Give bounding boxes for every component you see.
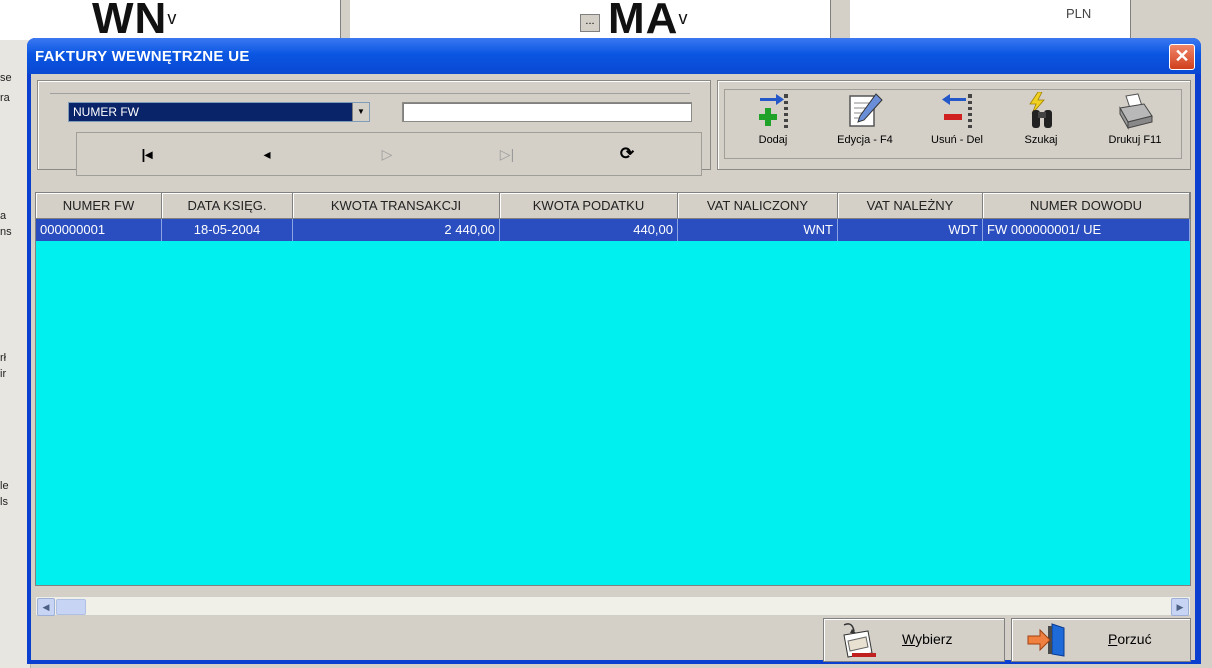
bg-left-text: ls: [0, 496, 8, 508]
exit-door-icon: [1027, 623, 1065, 657]
print-label: Drukuj F11: [1108, 134, 1162, 146]
column-header[interactable]: NUMER FW: [36, 193, 162, 219]
dialog-client: NUMER FW ▼ |◂ ◂ ▷ ▷| ⟳ Dodaj Edycja - F4…: [31, 74, 1195, 662]
column-header[interactable]: VAT NALEŻNY: [838, 193, 983, 219]
scroll-right-icon[interactable]: ▶: [1171, 598, 1189, 616]
column-header[interactable]: DATA KSIĘG.: [162, 193, 293, 219]
prev-record-icon: ◂: [263, 146, 271, 162]
close-button[interactable]: ✕: [1169, 44, 1195, 70]
chevron-down-icon[interactable]: ▼: [352, 103, 369, 121]
toolbar-group: Dodaj Edycja - F4 Usuń - Del Szukaj Druk…: [724, 89, 1182, 159]
cell-number: 000000001: [36, 219, 162, 241]
cell-vat-input: WNT: [678, 219, 838, 241]
record-navigator: |◂ ◂ ▷ ▷| ⟳: [76, 132, 702, 176]
column-header[interactable]: KWOTA PODATKU: [500, 193, 678, 219]
action-toolbar: Dodaj Edycja - F4 Usuń - Del Szukaj Druk…: [717, 80, 1191, 170]
dialog-buttons: Wybierz Porzuć: [31, 618, 1195, 662]
prev-record-button[interactable]: ◂: [207, 141, 327, 167]
select-label: Wybierz: [902, 631, 953, 647]
add-button[interactable]: Dodaj: [743, 92, 803, 154]
invoices-grid: NUMER FW DATA KSIĘG. KWOTA TRANSAKCJI KW…: [35, 192, 1191, 586]
search-input[interactable]: [402, 102, 692, 122]
bg-field-1: WNv: [0, 0, 341, 43]
cell-date: 18-05-2004: [162, 219, 293, 241]
column-header[interactable]: NUMER DOWODU: [983, 193, 1190, 219]
bg-left-text: ns: [0, 226, 12, 238]
delete-icon: [942, 94, 972, 128]
printer-icon: [1119, 93, 1153, 130]
bg-left-text: se: [0, 72, 12, 84]
first-record-icon: |◂: [141, 146, 153, 162]
next-record-icon: ▷: [381, 146, 393, 162]
column-header[interactable]: VAT NALICZONY: [678, 193, 838, 219]
bg-left-text: a: [0, 210, 7, 222]
bg-left-text: ir: [0, 368, 7, 380]
edit-button[interactable]: Edycja - F4: [825, 92, 905, 154]
grid-body: 000000001 18-05-2004 2 440,00 440,00 WNT…: [36, 219, 1190, 241]
cell-amount: 2 440,00: [293, 219, 500, 241]
column-header[interactable]: KWOTA TRANSAKCJI: [293, 193, 500, 219]
next-record-button[interactable]: ▷: [327, 141, 447, 167]
cancel-button[interactable]: Porzuć: [1011, 618, 1191, 662]
search-label: Szukaj: [1024, 134, 1058, 146]
edit-icon: [849, 93, 883, 127]
add-icon: [759, 94, 788, 128]
cancel-label: Porzuć: [1108, 631, 1152, 647]
select-button[interactable]: Wybierz: [823, 618, 1005, 662]
refresh-icon: ⟳: [619, 144, 635, 163]
grid-header: NUMER FW DATA KSIĘG. KWOTA TRANSAKCJI KW…: [36, 193, 1190, 219]
cell-vat-output: WDT: [838, 219, 983, 241]
title-bar[interactable]: FAKTURY WEWNĘTRZNE UE ✕: [27, 38, 1201, 74]
search-field-select[interactable]: NUMER FW ▼: [68, 102, 370, 122]
horizontal-scrollbar[interactable]: ◀ ▶: [35, 596, 1191, 616]
search-group: NUMER FW ▼ |◂ ◂ ▷ ▷| ⟳: [50, 93, 702, 176]
bg-currency: PLN: [1066, 6, 1092, 21]
scroll-left-icon[interactable]: ◀: [37, 598, 55, 616]
select-icon: [843, 623, 876, 658]
add-label: Dodaj: [758, 134, 788, 146]
binoculars-icon: [1029, 92, 1052, 128]
bg-field-2: ... MAv: [350, 0, 831, 43]
last-record-button[interactable]: ▷|: [447, 141, 567, 167]
first-record-button[interactable]: |◂: [87, 141, 207, 167]
window-title: FAKTURY WEWNĘTRZNE UE: [35, 48, 250, 65]
search-button[interactable]: Szukaj: [1011, 92, 1071, 154]
bg-left-text: rł: [0, 352, 7, 364]
print-button[interactable]: Drukuj F11: [1095, 92, 1175, 154]
close-icon: ✕: [1174, 46, 1190, 66]
last-record-icon: ▷|: [499, 146, 515, 162]
cell-tax: 440,00: [500, 219, 678, 241]
delete-label: Usuń - Del: [931, 134, 983, 146]
bg-field-3: PLN: [850, 0, 1131, 40]
search-field-value: NUMER FW: [73, 105, 139, 119]
bg-left-text: ra: [0, 92, 10, 104]
cell-document-number: FW 000000001/ UE: [983, 219, 1190, 241]
bg-left-text: le: [0, 480, 9, 492]
search-panel: NUMER FW ▼ |◂ ◂ ▷ ▷| ⟳: [37, 80, 711, 176]
refresh-button[interactable]: ⟳: [567, 141, 687, 167]
edit-label: Edycja - F4: [837, 134, 893, 146]
table-row[interactable]: 000000001 18-05-2004 2 440,00 440,00 WNT…: [36, 219, 1190, 241]
invoices-dialog: FAKTURY WEWNĘTRZNE UE ✕ NUMER FW ▼ |◂ ◂: [27, 38, 1201, 664]
bg-ellipsis-button: ...: [580, 14, 600, 32]
delete-button[interactable]: Usuń - Del: [917, 92, 997, 154]
scroll-thumb[interactable]: [56, 599, 86, 615]
